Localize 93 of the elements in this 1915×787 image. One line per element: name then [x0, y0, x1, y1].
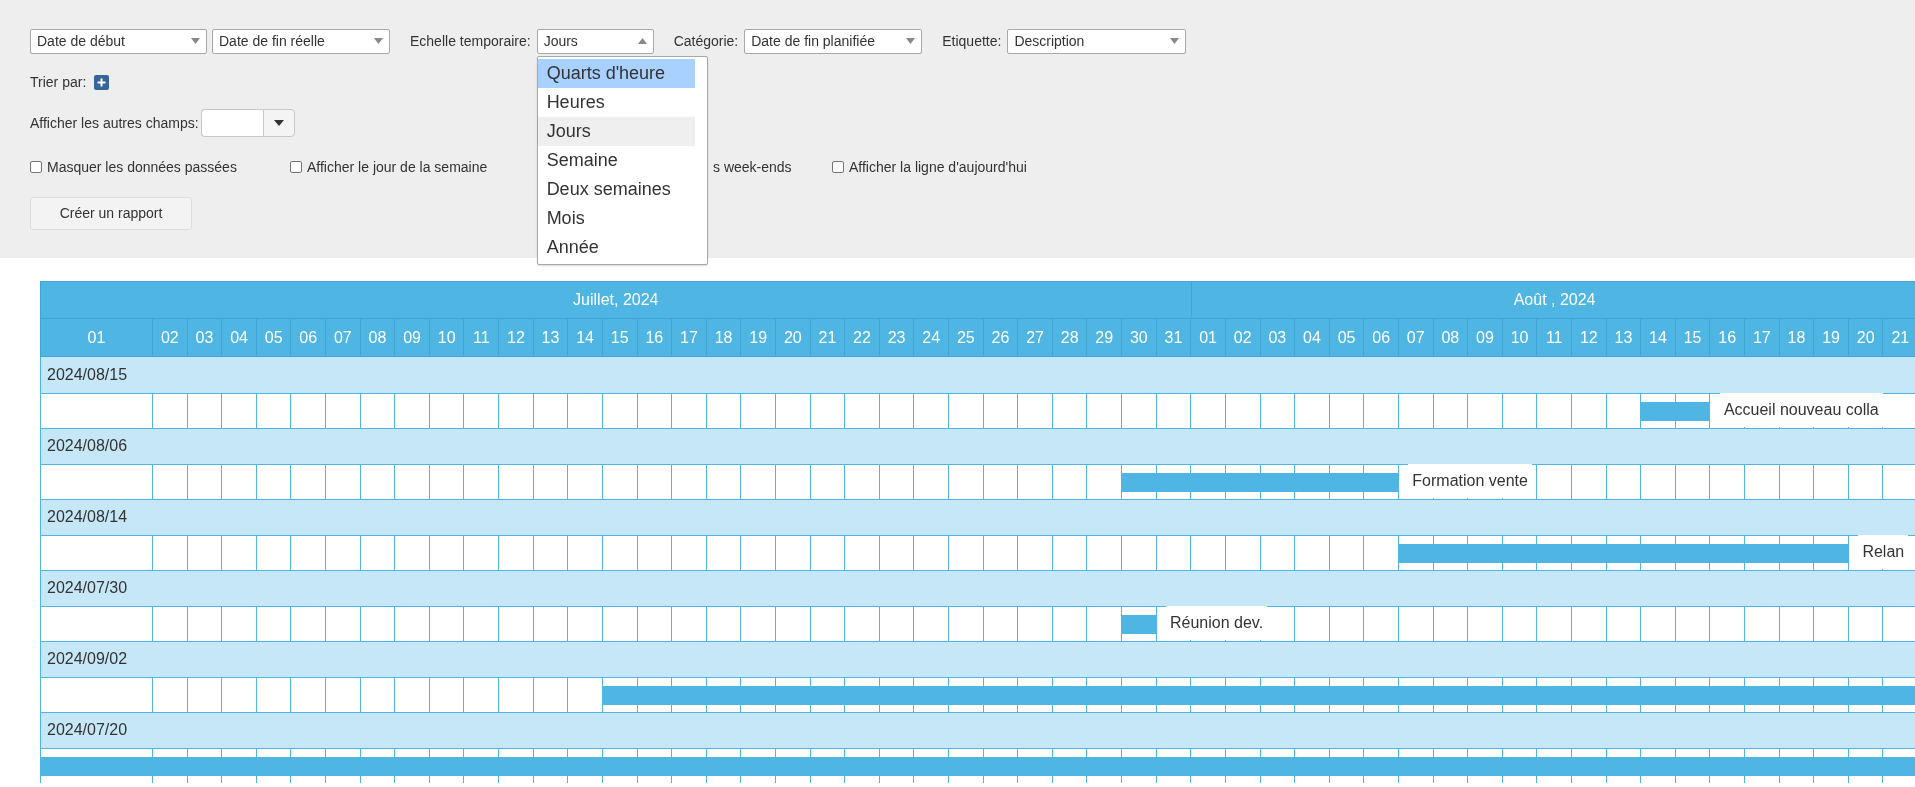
field-label: Etiquette:: [942, 33, 1002, 49]
group-header: 2024/08/06: [40, 428, 1915, 464]
checkbox[interactable]: [290, 161, 302, 173]
checkbox-label: Afficher la ligne d'aujourd'hui: [849, 159, 1027, 175]
day-header: 22: [844, 319, 879, 357]
dropdown-button[interactable]: [262, 109, 295, 137]
day-header: 25: [948, 319, 983, 357]
task-label: Réunion dev.: [1165, 606, 1268, 640]
day-header: 15: [601, 319, 637, 357]
day-header: 08: [1432, 319, 1468, 357]
day-header: 14: [567, 319, 602, 357]
day-header: 06: [290, 319, 326, 357]
day-header: 04: [1294, 319, 1329, 357]
day-header: 09: [1467, 319, 1502, 357]
day-header: 20: [1847, 319, 1883, 357]
day-header: 14: [1640, 319, 1675, 357]
day-header: 19: [1813, 319, 1848, 357]
text-input[interactable]: [200, 109, 263, 137]
sort-label: Trier par:: [30, 74, 87, 90]
day-header: 11: [463, 319, 499, 357]
day-header: 19: [740, 319, 775, 357]
day-header: 03: [1259, 319, 1295, 357]
field-label: Catégorie:: [673, 33, 739, 49]
day-header: 15: [1674, 319, 1710, 357]
day-header: 04: [221, 319, 256, 357]
task-label: Formation vente: [1408, 464, 1532, 498]
day-header: 05: [1328, 319, 1364, 357]
day-header: 03: [186, 319, 222, 357]
day-header: 23: [878, 319, 914, 357]
task-label: Accueil nouveau colla: [1719, 393, 1883, 427]
create-report-button[interactable]: Créer un rapport: [30, 196, 192, 230]
day-header: 17: [671, 319, 706, 357]
day-header: 02: [1224, 319, 1260, 357]
month-header: Août , 2024: [1190, 281, 1915, 319]
day-header: 18: [705, 319, 741, 357]
day-header: 11: [1536, 319, 1571, 357]
dropdown-select[interactable]: Jours: [536, 28, 654, 54]
checkbox[interactable]: [832, 161, 844, 173]
month-header: Juillet, 2024: [40, 281, 1191, 319]
day-header: 21: [809, 319, 845, 357]
checkbox-label: s week-ends: [713, 159, 792, 175]
day-header: 26: [982, 319, 1018, 357]
checkbox-label: Masquer les données passées: [47, 159, 237, 175]
dropdown-select[interactable]: Date de début: [30, 28, 207, 54]
caret-icon: [191, 38, 200, 44]
day-header: 08: [359, 319, 395, 357]
day-header: 18: [1778, 319, 1814, 357]
dropdown-select[interactable]: Description: [1007, 28, 1187, 54]
group-header: 2024/08/14: [40, 499, 1915, 535]
group-header: 2024/09/02: [40, 641, 1915, 677]
group-header: 2024/07/20: [40, 712, 1915, 748]
caret-icon: [906, 38, 916, 44]
day-header: 13: [1605, 319, 1641, 357]
day-header: 09: [394, 319, 429, 357]
day-header: 29: [1086, 319, 1122, 357]
caret-icon: [637, 38, 647, 44]
day-header: 05: [255, 319, 291, 357]
day-header: 24: [913, 319, 948, 357]
day-header: 13: [532, 319, 568, 357]
day-header: 17: [1744, 319, 1779, 357]
group-header: 2024/08/15: [40, 357, 1915, 393]
day-header: 10: [428, 319, 464, 357]
day-header: 30: [1121, 319, 1156, 357]
day-header: 20: [774, 319, 810, 357]
day-header: 07: [1397, 319, 1433, 357]
task-label: Relan: [1858, 535, 1909, 569]
day-header: 16: [636, 319, 672, 357]
day-header: 27: [1017, 319, 1052, 357]
caret-icon: [374, 38, 383, 44]
day-header: 10: [1501, 319, 1537, 357]
field-label: Echelle temporaire:: [410, 33, 531, 49]
day-header: 02: [152, 319, 187, 357]
day-header: 28: [1051, 319, 1087, 357]
dropdown-select[interactable]: Date de fin planifiée: [744, 28, 923, 54]
day-header: 12: [498, 319, 533, 357]
day-header: 31: [1155, 319, 1191, 357]
day-header: 12: [1571, 319, 1606, 357]
day-header: 07: [325, 319, 360, 357]
group-header: 2024/07/30: [40, 570, 1915, 606]
field-label: Afficher les autres champs:: [30, 115, 199, 131]
add-icon[interactable]: [94, 74, 110, 90]
dropdown-option[interactable]: Quarts d'heure: [537, 58, 695, 88]
dropdown-option[interactable]: Jours: [537, 116, 695, 146]
day-header: 01: [40, 319, 152, 357]
caret-icon: [273, 120, 284, 126]
day-header: 01: [1190, 319, 1225, 357]
day-header: 06: [1363, 319, 1398, 357]
dropdown-select[interactable]: Date de fin réelle: [212, 28, 390, 54]
day-header: 16: [1709, 319, 1745, 357]
day-header: 21: [1882, 319, 1915, 357]
checkbox[interactable]: [30, 161, 42, 173]
checkbox-label: Afficher le jour de la semaine: [307, 159, 488, 175]
caret-icon: [1170, 38, 1180, 44]
